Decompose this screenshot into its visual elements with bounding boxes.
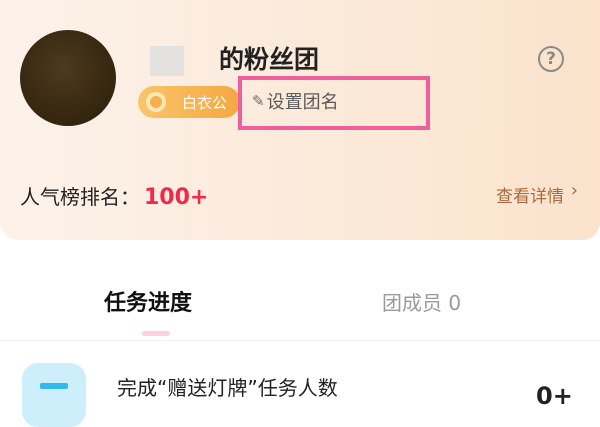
tab-members[interactable]: 团成员 0	[382, 287, 461, 316]
anchor-name-mask	[150, 46, 184, 76]
tab-active-indicator	[142, 331, 170, 336]
divider	[0, 340, 600, 341]
fan-badge: 白衣公	[138, 86, 240, 118]
light-badge-icon	[146, 92, 166, 112]
tab-task-progress[interactable]: 任务进度	[104, 285, 192, 317]
task-icon	[22, 363, 86, 427]
avatar[interactable]	[20, 30, 116, 126]
popularity-rank: 人气榜排名： 100+	[20, 181, 208, 210]
view-details-link[interactable]: 查看详情	[496, 182, 564, 207]
help-icon[interactable]: ?	[538, 46, 564, 72]
badge-label: 白衣公	[182, 93, 228, 112]
chevron-right-icon[interactable]: ›	[571, 180, 578, 201]
highlight-box	[238, 76, 430, 130]
team-title: 的粉丝团	[219, 45, 320, 74]
fan-club-header: 的粉丝团 ? 白衣公 ✎ 设置团名 人气榜排名： 100+ 查看详情 ›	[0, 0, 600, 240]
task-count: 0+	[536, 382, 573, 410]
rank-value: 100+	[144, 185, 209, 210]
rank-label: 人气榜排名：	[20, 185, 140, 209]
task-title: 完成“赠送灯牌”任务人数	[117, 376, 338, 400]
